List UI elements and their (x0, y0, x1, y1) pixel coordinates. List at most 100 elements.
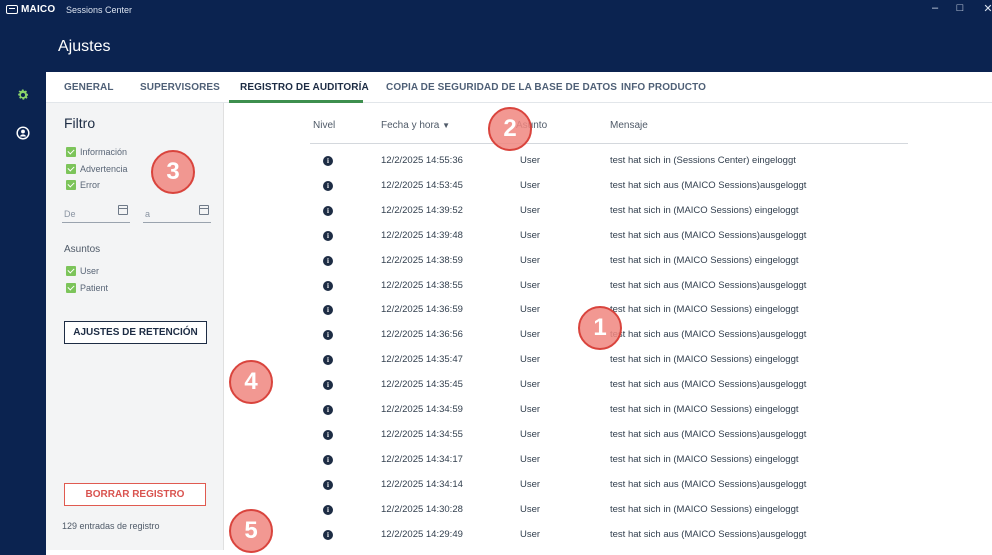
info-icon: i (323, 255, 333, 266)
cell-subject: User (520, 254, 541, 266)
date-from-placeholder: De (64, 209, 76, 219)
sort-desc-icon[interactable]: ▼ (442, 121, 450, 130)
filter-subject-user[interactable]: User (66, 266, 99, 276)
cell-message: test hat sich in (MAICO Sessions) eingel… (610, 503, 799, 515)
table-row[interactable]: i 12/2/2025 14:38:55 User test hat sich aus… (225, 278, 992, 303)
date-to-field[interactable]: a (143, 203, 211, 223)
cell-datetime: 12/2/2025 14:34:17 (381, 453, 463, 465)
column-header-datetime-label: Fecha y hora (381, 120, 440, 131)
info-icon: i (323, 330, 333, 341)
cell-datetime: 12/2/2025 14:55:36 (381, 155, 463, 166)
table-row[interactable]: i 12/2/2025 14:35:47 User test hat sich in … (225, 352, 992, 377)
maico-logo-icon (6, 5, 18, 14)
info-icon: i (323, 504, 333, 515)
filter-level-error[interactable]: Error (66, 180, 100, 190)
cell-datetime: 12/2/2025 14:36:56 (381, 329, 463, 341)
checkbox-checked-icon[interactable] (66, 266, 76, 276)
column-header-message[interactable]: Mensaje (610, 120, 648, 131)
cell-message: test hat sich aus (MAICO Sessions)ausgel… (610, 428, 807, 440)
tab-info-producto[interactable]: INFO PRODUCTO (621, 72, 706, 103)
tab-supervisores[interactable]: SUPERVISORES (140, 72, 220, 103)
sidebar (0, 72, 46, 555)
checkbox-label: Patient (80, 283, 109, 293)
page-header: Ajustes (0, 22, 992, 72)
cell-datetime: 12/2/2025 14:39:48 (381, 229, 463, 241)
cell-message: test hat sich aus (MAICO Sessions)ausgel… (610, 528, 807, 540)
callout-marker-2: 2 (488, 107, 532, 151)
gear-icon (18, 89, 29, 100)
cell-datetime: 12/2/2025 14:38:59 (381, 254, 463, 266)
table-row[interactable]: i 12/2/2025 14:38:59 User test hat sich in … (225, 253, 992, 278)
checkbox-label: Advertencia (80, 164, 128, 174)
callout-marker-1: 1 (578, 306, 622, 350)
checkbox-checked-icon[interactable] (66, 180, 76, 190)
info-icon: i (323, 380, 333, 391)
sidebar-item-settings[interactable] (13, 85, 33, 105)
entries-count: 129 entradas de registro (62, 521, 160, 531)
filter-subject-patient[interactable]: Patient (66, 283, 108, 293)
table-row[interactable]: i 12/2/2025 14:34:14 User test hat sich aus… (225, 477, 992, 502)
minimize-button[interactable]: – (925, 2, 945, 14)
table-row[interactable]: i 12/2/2025 14:34:17 User test hat sich in … (225, 452, 992, 477)
maximize-button[interactable]: □ (950, 2, 970, 14)
callout-marker-3: 3 (151, 150, 195, 194)
table-row[interactable]: i 12/2/2025 14:55:36 User test hat sich in … (225, 153, 992, 178)
cell-subject: User (520, 453, 541, 465)
checkbox-checked-icon[interactable] (66, 283, 76, 293)
checkbox-checked-icon[interactable] (66, 164, 76, 174)
table-row[interactable]: i 12/2/2025 14:53:45 User test hat sich aus… (225, 178, 992, 203)
cell-message: test hat sich in (MAICO Sessions) eingel… (610, 404, 799, 415)
tab-general[interactable]: GENERAL (64, 72, 114, 103)
retention-settings-button[interactable]: AJUSTES DE RETENCIÓN (64, 321, 207, 344)
filter-level-information[interactable]: Información (66, 147, 127, 157)
cell-message: test hat sich in (MAICO Sessions) eingel… (610, 254, 799, 266)
tab-bar: GENERAL SUPERVISORES REGISTRO DE AUDITOR… (46, 72, 992, 103)
delete-log-button[interactable]: BORRAR REGISTRO (64, 483, 206, 506)
cell-subject: User (520, 279, 541, 291)
filter-level-warning[interactable]: Advertencia (66, 164, 128, 174)
column-header-datetime[interactable]: Fecha y hora ▼ (381, 120, 450, 131)
cell-subject: User (520, 379, 541, 391)
table-row[interactable]: i 12/2/2025 14:30:28 User test hat sich in … (225, 502, 992, 527)
table-row[interactable]: i 12/2/2025 14:35:45 User test hat sich aus… (225, 377, 992, 402)
calendar-icon[interactable] (199, 205, 209, 215)
sidebar-item-user[interactable] (13, 123, 33, 143)
table-row[interactable]: i 12/2/2025 14:34:59 User test hat sich in … (225, 402, 992, 427)
info-icon: i (323, 479, 333, 490)
cell-subject: User (520, 204, 541, 216)
tab-registro-auditoria[interactable]: REGISTRO DE AUDITORÍA (240, 72, 369, 103)
info-icon: i (323, 529, 333, 540)
cell-datetime: 12/2/2025 14:34:59 (381, 404, 463, 415)
date-to-placeholder: a (145, 209, 151, 219)
cell-datetime: 12/2/2025 14:34:55 (381, 428, 463, 440)
cell-subject: User (520, 478, 541, 490)
cell-message: test hat sich in (MAICO Sessions) eingel… (610, 453, 799, 465)
cell-datetime: 12/2/2025 14:35:45 (381, 379, 463, 391)
page-title: Ajustes (58, 38, 111, 55)
table-row[interactable]: i 12/2/2025 14:29:49 User test hat sich aus… (225, 527, 992, 552)
tab-copia-seguridad[interactable]: COPIA DE SEGURIDAD DE LA BASE DE DATOS (386, 72, 617, 103)
cell-subject: User (520, 528, 541, 540)
date-from-field[interactable]: De (62, 203, 130, 223)
maico-logo: MAICO (6, 4, 55, 15)
cell-message: test hat sich aus (MAICO Sessions)ausgel… (610, 379, 807, 391)
close-button[interactable]: ✕ (978, 2, 992, 15)
cell-message: test hat sich in (Sessions Center) einge… (610, 155, 796, 166)
cell-datetime: 12/2/2025 14:29:49 (381, 528, 463, 540)
cell-datetime: 12/2/2025 14:53:45 (381, 179, 463, 191)
checkbox-checked-icon[interactable] (66, 147, 76, 157)
app-title: Sessions Center (66, 5, 133, 15)
cell-subject: User (520, 428, 541, 440)
checkbox-label: Error (80, 180, 100, 190)
table-row[interactable]: i 12/2/2025 14:39:48 User test hat sich aus… (225, 228, 992, 253)
column-header-level[interactable]: Nivel (313, 120, 335, 131)
info-icon: i (323, 156, 333, 166)
cell-datetime: 12/2/2025 14:38:55 (381, 279, 463, 291)
table-row[interactable]: i 12/2/2025 14:34:55 User test hat sich aus… (225, 427, 992, 452)
calendar-icon[interactable] (118, 205, 128, 215)
info-icon: i (323, 280, 333, 291)
cell-subject: User (520, 404, 541, 415)
cell-datetime: 12/2/2025 14:36:59 (381, 304, 463, 316)
logo-text: MAICO (21, 4, 56, 15)
table-row[interactable]: i 12/2/2025 14:39:52 User test hat sich in … (225, 203, 992, 228)
